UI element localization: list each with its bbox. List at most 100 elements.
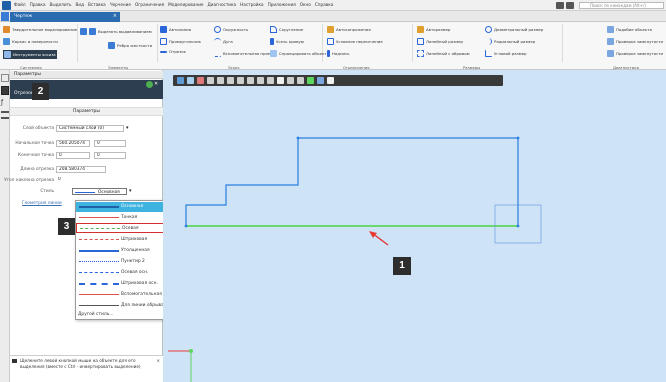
tree-icon[interactable] xyxy=(1,74,9,82)
menu-diagnostics[interactable]: Диагностика xyxy=(208,2,237,7)
snap-icon[interactable] xyxy=(227,77,234,84)
menu-window[interactable]: Окно xyxy=(300,2,311,7)
similarity-button[interactable]: Подобие объекта xyxy=(607,26,652,33)
style-option-axial[interactable]: Осевая xyxy=(76,223,174,233)
drawing-canvas[interactable] xyxy=(163,70,666,382)
closure-check-button-2[interactable]: Проверка замкнутости xyxy=(607,50,663,57)
wireframe-surfaces-button[interactable]: Каркас и поверхности xyxy=(3,38,58,45)
style-option-main[interactable]: Основная xyxy=(76,202,174,212)
start-y-input[interactable]: 0 xyxy=(94,140,126,147)
angular-dimension-button[interactable]: Угловой размер xyxy=(485,50,526,57)
layout-icon[interactable] xyxy=(556,2,564,9)
auto-dimension-button[interactable]: Авторазмер xyxy=(417,26,450,33)
start-point-label: Начальная точка xyxy=(15,141,54,146)
fillet-button[interactable]: Скругление xyxy=(270,26,303,33)
style-label: Стиль xyxy=(40,189,54,194)
style-option-auxiliary[interactable]: Вспомогательная xyxy=(76,290,174,300)
style-option-thin[interactable]: Тонкая xyxy=(76,213,174,223)
segment-button[interactable]: Отрезок xyxy=(160,50,186,54)
rectangle-button[interactable]: Прямоугольник xyxy=(160,38,201,45)
text-label-button[interactable]: Надпись xyxy=(327,50,350,57)
rib-button[interactable]: Ребро жесткости xyxy=(108,42,152,49)
chevron-down-icon[interactable]: ▾ xyxy=(129,188,132,194)
zoom-icon[interactable] xyxy=(177,77,184,84)
command-search-input[interactable]: Поиск по командам (Alt+/) xyxy=(579,2,664,9)
confirm-icon[interactable] xyxy=(146,81,153,88)
hint-close-icon[interactable]: × xyxy=(156,358,160,364)
pencil-icon[interactable] xyxy=(327,77,334,84)
start-x-input[interactable]: 560.205074 xyxy=(56,140,90,147)
properties-icon[interactable] xyxy=(317,77,324,84)
menu-edit[interactable]: Правка xyxy=(30,2,46,7)
cut-extrude-button[interactable]: Вырезать выдавливанием xyxy=(80,28,152,35)
angle-snap-icon[interactable] xyxy=(237,77,244,84)
closure-check-button[interactable]: Проверка замкнутости xyxy=(607,38,663,45)
menu-select[interactable]: Выделить xyxy=(50,2,72,7)
tab-drawing[interactable]: Чертеж × xyxy=(10,12,120,22)
other-style-option[interactable]: Другой стиль... xyxy=(78,312,172,319)
parameters-tab-icon[interactable] xyxy=(1,86,9,95)
menu-apps[interactable]: Приложения xyxy=(268,2,296,7)
window-controls xyxy=(556,2,574,9)
measure-icon[interactable] xyxy=(247,77,254,84)
redraw-icon[interactable] xyxy=(197,77,204,84)
style-option-break[interactable]: Для линии обрыва xyxy=(76,301,174,311)
color-icon[interactable] xyxy=(307,77,314,84)
autoline-button[interactable]: Автолиния xyxy=(160,26,191,33)
style-option-dashed[interactable]: Штриховая xyxy=(76,235,174,245)
panel-icon[interactable] xyxy=(566,2,574,9)
menu-settings[interactable]: Настройка xyxy=(240,2,264,7)
style-option-dashed-main[interactable]: Штриховая осн. xyxy=(76,279,174,289)
style-option-thick[interactable]: Утолщенная xyxy=(76,246,174,256)
menu-constraints[interactable]: Ограничения xyxy=(135,2,164,7)
angle-input[interactable]: 0 xyxy=(56,177,70,184)
pin-icon[interactable]: ✕ xyxy=(154,81,161,88)
linear-dimension-button[interactable]: Линейный размер xyxy=(417,38,463,45)
fx-icon[interactable]: ƒ xyxy=(1,99,9,107)
line-geometry-link[interactable]: Геометрия линии xyxy=(22,201,62,206)
end-x-input[interactable]: 0 xyxy=(56,152,90,159)
circle-tool-icon[interactable] xyxy=(277,77,284,84)
circle-button[interactable]: Окружность xyxy=(214,26,248,33)
home-tab-icon[interactable] xyxy=(1,12,9,21)
aux-line-button[interactable]: Вспомогательная прямая xyxy=(214,50,275,57)
hint-icon xyxy=(12,359,17,363)
style-select[interactable]: Основная xyxy=(72,188,127,195)
solid-modeling-button[interactable]: Твердотельное моделирование xyxy=(3,26,77,33)
style-option-axial-main[interactable]: Осевая осн. xyxy=(76,268,174,278)
end-y-input[interactable]: 0 xyxy=(94,152,126,159)
sketch-tools-button[interactable]: Инструменты эскиза xyxy=(3,50,57,59)
auto-constraint-icon xyxy=(327,26,334,33)
intersection-button[interactable]: Условное пересечение xyxy=(327,38,383,45)
arc-button[interactable]: Дуга xyxy=(214,38,233,45)
filter-icon[interactable] xyxy=(257,77,264,84)
ribbon-group-system: Твердотельное моделирование Каркас и пов… xyxy=(0,24,78,70)
menu-file[interactable]: Файл xyxy=(14,2,26,7)
ortho-icon[interactable] xyxy=(217,77,224,84)
chevron-down-icon[interactable]: ▾ xyxy=(126,125,129,131)
diameter-dimension-button[interactable]: Диаметральный размер xyxy=(485,26,543,33)
grid-icon[interactable] xyxy=(207,77,214,84)
auto-constraint-button[interactable]: Автосопряжение xyxy=(327,26,371,33)
angle-row: Угол наклона отрезка 0 xyxy=(4,176,162,185)
parameters-section-header[interactable]: Параметры xyxy=(10,107,163,116)
layers-icon[interactable] xyxy=(287,77,294,84)
menu-drawing[interactable]: Черчение xyxy=(110,2,131,7)
menu-modeling[interactable]: Моделирование xyxy=(168,2,203,7)
length-input[interactable]: 208.580374 xyxy=(56,166,106,173)
list-icon[interactable] xyxy=(1,111,9,119)
similarity-icon xyxy=(607,26,614,33)
style-option-dotted[interactable]: Пунктир 2 xyxy=(76,257,174,267)
layer-select[interactable]: Системный слой (0) xyxy=(56,125,124,132)
pan-icon[interactable] xyxy=(187,77,194,84)
linear-break-dimension-button[interactable]: Линейный с обрывом xyxy=(417,50,470,57)
menu-help[interactable]: Справка xyxy=(315,2,333,7)
tab-close-icon[interactable]: × xyxy=(113,13,117,19)
project-object-button[interactable]: Спроецировать объект xyxy=(270,50,327,57)
menu-view[interactable]: Вид xyxy=(75,2,84,7)
trim-button[interactable]: Усечь кривую xyxy=(270,38,304,45)
menu-insert[interactable]: Вставка xyxy=(88,2,106,7)
style-icon[interactable] xyxy=(297,77,304,84)
radial-dimension-button[interactable]: Радиальный размер xyxy=(485,38,535,45)
view-icon[interactable] xyxy=(267,77,274,84)
